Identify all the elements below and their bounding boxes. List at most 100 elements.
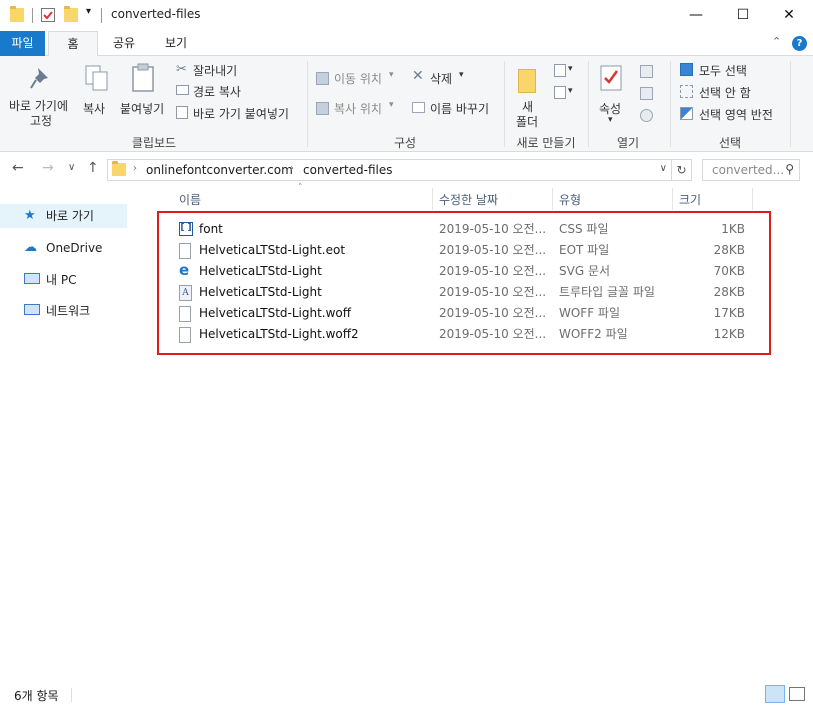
- column-header-date[interactable]: 수정한 날짜: [439, 189, 498, 211]
- chevron-down-icon: ▾: [568, 86, 573, 96]
- pin-icon: [30, 68, 48, 89]
- refresh-icon[interactable]: ↻: [672, 159, 692, 181]
- chevron-down-icon: ▾: [608, 115, 613, 125]
- forward-arrow-icon[interactable]: →: [42, 160, 54, 176]
- copy-to-button[interactable]: 복사 위치 ▾: [316, 100, 400, 116]
- sidebar-item-label: 네트워크: [46, 304, 91, 318]
- column-divider[interactable]: [552, 188, 553, 210]
- paste-shortcut-button[interactable]: 바로 가기 붙여넣기: [174, 105, 300, 121]
- ribbon-tabs: 파일 홈 공유 보기 ⌃ ?: [0, 31, 813, 57]
- item-count: 6개 항목: [14, 689, 59, 703]
- folder-icon: [518, 69, 536, 93]
- easy-access-icon: [554, 86, 566, 99]
- select-none-button[interactable]: 선택 안 함: [680, 84, 764, 100]
- open-group-label: 열기: [616, 136, 640, 150]
- sidebar-item-label: 내 PC: [46, 273, 77, 287]
- copy-to-label: 복사 위치: [334, 102, 382, 116]
- recent-locations-chevron-icon[interactable]: ∨: [68, 162, 75, 173]
- sidebar-item-this-pc[interactable]: 내 PC: [0, 268, 150, 292]
- rename-button[interactable]: 이름 바꾸기: [412, 100, 502, 116]
- paste-label: 붙여넣기: [120, 102, 165, 116]
- copy-path-label: 경로 복사: [193, 85, 241, 99]
- chevron-down-icon[interactable]: ▾: [86, 6, 91, 17]
- back-arrow-icon[interactable]: ←: [12, 160, 24, 176]
- history-icon[interactable]: [640, 109, 653, 122]
- folder-icon: [10, 6, 24, 22]
- cut-button[interactable]: ✂ 잘라내기: [174, 62, 254, 78]
- sidebar-item-network[interactable]: 네트워크: [0, 299, 150, 323]
- search-input[interactable]: converted... ⚲: [702, 159, 800, 181]
- chevron-down-icon: ▾: [568, 64, 573, 74]
- new-group-label: 새로 만들기: [516, 136, 576, 150]
- minimize-button[interactable]: —: [673, 0, 719, 31]
- move-to-label: 이동 위치: [334, 72, 382, 86]
- large-icons-view-icon[interactable]: [789, 687, 805, 701]
- move-to-button[interactable]: 이동 위치 ▾: [316, 70, 400, 86]
- easy-access-button[interactable]: ▾: [554, 86, 578, 102]
- delete-icon: ✕: [412, 68, 424, 84]
- tab-share[interactable]: 공유: [102, 31, 146, 56]
- open-icon[interactable]: [640, 65, 653, 78]
- star-icon: ★: [24, 208, 36, 223]
- title-bar: ▾ converted-files — ☐ ✕: [0, 0, 813, 31]
- sidebar-item-quick-access[interactable]: ★ 바로 가기: [0, 204, 127, 228]
- sidebar-item-label: OneDrive: [46, 241, 103, 255]
- copy-to-icon: [316, 102, 329, 115]
- column-divider[interactable]: [672, 188, 673, 210]
- breadcrumb-item[interactable]: converted-files: [303, 163, 393, 177]
- select-all-button[interactable]: 모두 선택: [680, 62, 760, 78]
- move-icon: [316, 72, 329, 85]
- folder-icon: [112, 161, 126, 176]
- breadcrumb-item[interactable]: onlinefontconverter.com: [146, 163, 293, 177]
- column-divider[interactable]: [432, 188, 433, 210]
- close-button[interactable]: ✕: [766, 0, 812, 31]
- paste-shortcut-icon: [176, 106, 188, 119]
- properties-button[interactable]: 속성 ▾: [594, 60, 630, 130]
- scissors-icon: ✂: [176, 62, 187, 77]
- collapse-ribbon-icon[interactable]: ⌃: [772, 35, 781, 48]
- paste-button[interactable]: 붙여넣기: [118, 60, 170, 120]
- details-view-icon[interactable]: [765, 685, 785, 703]
- copy-path-button[interactable]: 경로 복사: [174, 83, 254, 99]
- new-folder-button[interactable]: 새 폴더: [510, 60, 546, 130]
- copy-label: 복사: [83, 102, 106, 116]
- tab-view[interactable]: 보기: [154, 31, 198, 56]
- search-icon[interactable]: ⚲: [785, 162, 794, 176]
- tab-home[interactable]: 홈: [48, 31, 98, 57]
- chevron-down-icon: ▾: [389, 100, 394, 110]
- column-header-name[interactable]: 이름: [179, 189, 201, 211]
- divider: [101, 8, 102, 23]
- chevron-down-icon: ▾: [459, 70, 464, 80]
- new-item-button[interactable]: ▾: [554, 64, 578, 80]
- edit-icon[interactable]: [640, 87, 653, 100]
- invert-selection-button[interactable]: 선택 영역 반전: [680, 106, 786, 122]
- help-icon[interactable]: ?: [792, 36, 807, 51]
- select-all-icon: [680, 63, 693, 76]
- breadcrumb-separator-icon: ›: [290, 163, 294, 174]
- window-title: converted-files: [111, 7, 201, 21]
- pin-quick-access-button[interactable]: 바로 가기에 고정: [4, 60, 78, 130]
- ribbon: 바로 가기에 고정 복사 붙여넣기 ✂ 잘라내기 경로 복사 바로 가기 붙여넣…: [0, 56, 813, 152]
- tab-file[interactable]: 파일: [0, 31, 45, 56]
- select-none-icon: [680, 85, 693, 98]
- column-divider[interactable]: [752, 188, 753, 210]
- new-folder-icon[interactable]: [64, 6, 78, 22]
- address-bar[interactable]: › onlinefontconverter.com › converted-fi…: [107, 159, 672, 181]
- search-placeholder: converted...: [712, 163, 785, 177]
- address-dropdown-icon[interactable]: ∨: [660, 163, 667, 174]
- delete-button[interactable]: ✕ 삭제 ▾: [412, 68, 472, 86]
- status-bar: 6개 항목: [0, 682, 813, 708]
- computer-icon: [24, 273, 40, 284]
- divider: [71, 688, 72, 702]
- properties-icon[interactable]: [41, 8, 55, 22]
- new-folder-label-line2: 폴더: [516, 115, 539, 129]
- delete-label: 삭제: [430, 72, 453, 86]
- maximize-button[interactable]: ☐: [720, 0, 766, 31]
- column-header-size[interactable]: 크기: [679, 189, 701, 211]
- up-arrow-icon[interactable]: ↑: [87, 160, 99, 176]
- copy-button[interactable]: 복사: [80, 60, 114, 120]
- sidebar-item-onedrive[interactable]: ☁ OneDrive: [0, 236, 150, 260]
- column-header-type[interactable]: 유형: [559, 189, 581, 211]
- highlight-box: [157, 211, 771, 355]
- properties-icon: [600, 65, 622, 91]
